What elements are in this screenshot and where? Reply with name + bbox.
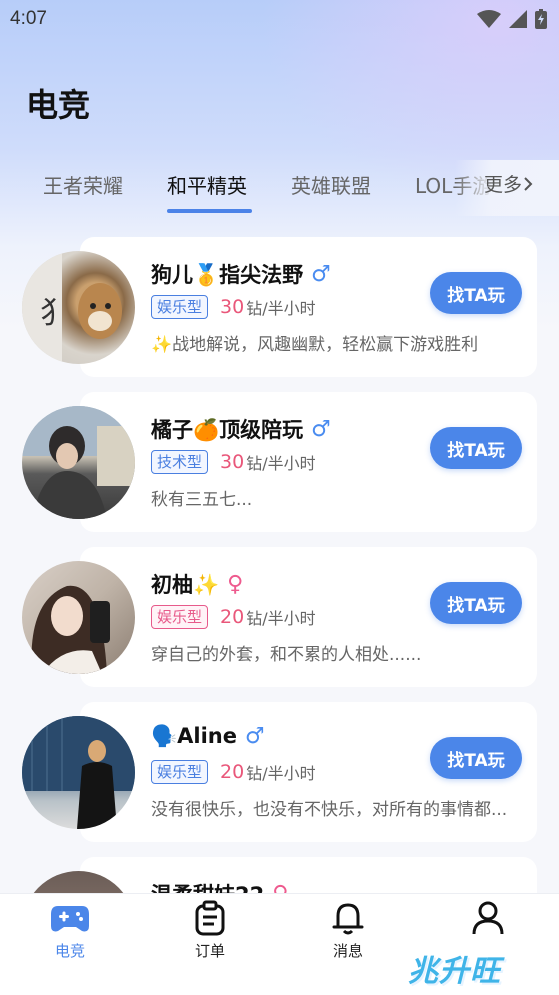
active-tab-indicator: [167, 209, 252, 213]
player-list: 犭 狗儿🥇指尖法野 ♂ 娱乐型 30 钻/半小时 ✨战地解说，风趣幽默，轻松赢下…: [0, 237, 559, 893]
wifi-icon: [477, 10, 501, 28]
male-icon: ♂: [245, 724, 265, 749]
clipboard-icon: [195, 900, 225, 936]
player-price: 30: [220, 451, 245, 473]
tab-peacekeeper-elite[interactable]: 和平精英: [167, 170, 247, 199]
female-icon: ♀: [227, 571, 244, 597]
tab-honor-of-kings[interactable]: 王者荣耀: [43, 170, 123, 199]
player-name-row: 温柔甜妹22 ♀: [151, 879, 288, 894]
price-unit: 钻/半小时: [246, 764, 316, 783]
status-bar: 4:07: [0, 0, 559, 38]
avatar[interactable]: [22, 561, 135, 674]
player-meta-row: 技术型 30 钻/半小时: [151, 450, 316, 474]
watermark-logo: 兆升旺: [408, 954, 501, 989]
find-player-button[interactable]: 找TA玩: [430, 582, 522, 624]
player-name: 橘子🍊顶级陪玩: [151, 418, 304, 442]
find-player-button[interactable]: 找TA玩: [430, 737, 522, 779]
chevron-right-icon: [524, 176, 533, 191]
male-icon: ♂: [311, 416, 331, 442]
player-type-tag: 技术型: [151, 450, 209, 474]
player-price: 30: [220, 296, 245, 318]
nav-esports[interactable]: 电竞: [30, 900, 110, 961]
player-bio: 秋有三五七...: [151, 490, 253, 510]
player-bio: 穿自己的外套，和不累的人相处......: [151, 645, 422, 665]
avatar[interactable]: [22, 406, 135, 519]
more-tabs-label: 更多: [484, 174, 523, 196]
find-player-button[interactable]: 找TA玩: [430, 272, 522, 314]
game-tabs: 王者荣耀 和平精英 英雄联盟 LOL手游 更多: [0, 160, 559, 216]
price-unit: 钻/半小时: [246, 299, 316, 318]
avatar[interactable]: [22, 716, 135, 829]
status-time: 4:07: [10, 8, 47, 29]
user-icon: [472, 901, 504, 935]
avatar[interactable]: 犭: [22, 251, 135, 364]
player-name-row: 初柚✨ ♀: [151, 569, 243, 599]
player-price: 20: [220, 761, 245, 783]
nav-profile[interactable]: [448, 900, 528, 940]
player-name: 狗儿🥇指尖法野: [151, 263, 304, 287]
player-card[interactable]: [80, 857, 537, 893]
find-player-button[interactable]: 找TA玩: [430, 427, 522, 469]
nav-label: 订单: [194, 942, 225, 960]
player-name-row: 狗儿🥇指尖法野 ♂: [151, 259, 331, 289]
svg-text:犭: 犭: [40, 296, 70, 331]
bell-icon: [332, 903, 364, 935]
female-icon: ♀: [272, 882, 288, 894]
nav-messages[interactable]: 消息: [308, 900, 388, 961]
battery-icon: [535, 9, 547, 29]
male-icon: ♂: [311, 261, 331, 287]
player-meta-row: 娱乐型 20 钻/半小时: [151, 605, 316, 629]
nav-label: 消息: [332, 942, 363, 960]
signal-icon: [509, 10, 527, 28]
nav-label: 电竞: [54, 942, 85, 960]
player-bio: 没有很快乐，也没有不快乐，对所有的事情都...: [151, 800, 508, 820]
more-tabs-button[interactable]: 更多: [484, 170, 534, 197]
player-name: 温柔甜妹22: [151, 879, 264, 893]
player-type-tag: 娱乐型: [151, 605, 209, 629]
player-price: 20: [220, 606, 245, 628]
price-unit: 钻/半小时: [246, 609, 316, 628]
gamepad-icon: [51, 906, 89, 932]
player-type-tag: 娱乐型: [151, 295, 209, 319]
player-type-tag: 娱乐型: [151, 760, 209, 784]
player-name-row: 橘子🍊顶级陪玩 ♂: [151, 414, 331, 444]
page-title: 电竞: [26, 86, 91, 124]
player-name: 初柚✨: [151, 573, 220, 597]
player-name: 🗣️Aline: [151, 724, 237, 748]
price-unit: 钻/半小时: [246, 454, 316, 473]
tab-league-of-legends[interactable]: 英雄联盟: [291, 170, 371, 199]
player-meta-row: 娱乐型 30 钻/半小时: [151, 295, 316, 319]
player-bio: ✨战地解说，风趣幽默，轻松赢下游戏胜利: [151, 335, 479, 355]
status-icons: [477, 9, 547, 29]
nav-orders[interactable]: 订单: [170, 900, 250, 961]
player-name-row: 🗣️Aline ♂: [151, 724, 265, 749]
player-meta-row: 娱乐型 20 钻/半小时: [151, 760, 316, 784]
